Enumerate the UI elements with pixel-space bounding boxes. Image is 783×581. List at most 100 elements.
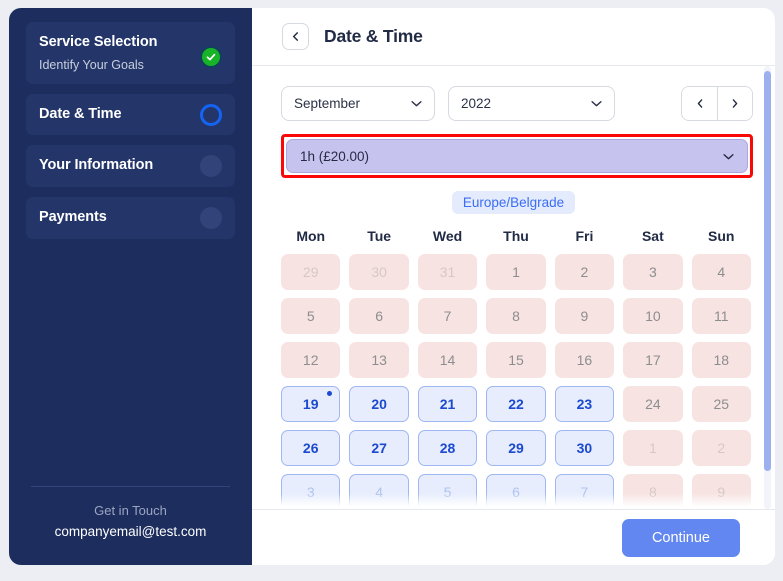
calendar-day-available[interactable]: 23 bbox=[554, 386, 615, 422]
calendar-day-label: 16 bbox=[576, 352, 593, 368]
sidebar-step-4[interactable]: Payments bbox=[26, 196, 235, 239]
calendar-day-unavailable: 4 bbox=[691, 254, 751, 290]
calendar-day-available[interactable]: 29 bbox=[486, 430, 546, 466]
calendar-day-grid: 29 30 31 1 2 3 4 5 6 7 8 9 10 11 12 13 14 15 16 17 18 19 20 21 2… bbox=[281, 254, 751, 509]
sidebar-step-title: Service Selection bbox=[39, 34, 158, 50]
calendar-day-unavailable: 1 bbox=[486, 254, 546, 290]
calendar-day-unavailable: 8 bbox=[486, 298, 546, 334]
calendar-day-label: 14 bbox=[439, 352, 456, 368]
panel-header: Date & Time bbox=[252, 8, 775, 66]
calendar-day-unavailable: 2 bbox=[554, 254, 615, 290]
calendar-week-row: 19 20 21 22 23 24 25 bbox=[281, 386, 751, 422]
calendar-day-label: 8 bbox=[648, 484, 657, 500]
calendar-day-label: 6 bbox=[375, 308, 384, 324]
calendar-day-unavailable: 14 bbox=[417, 342, 478, 378]
step-active-ring-icon bbox=[200, 103, 222, 126]
calendar-day-label: 20 bbox=[371, 396, 387, 412]
next-month-button[interactable] bbox=[717, 87, 752, 120]
calendar-day-unavailable: 5 bbox=[281, 298, 341, 334]
calendar-day-unavailable: 3 bbox=[623, 254, 683, 290]
calendar-day-label: 4 bbox=[375, 484, 384, 500]
calendar-day-label: 2 bbox=[580, 264, 589, 280]
weekday-label: Sun bbox=[708, 228, 735, 244]
calendar-day-label: 18 bbox=[713, 352, 730, 368]
calendar-day-available[interactable]: 28 bbox=[417, 430, 478, 466]
calendar-scrollbar-track[interactable] bbox=[764, 66, 771, 509]
duration-select-value: 1h (£20.00) bbox=[300, 148, 370, 164]
panel-scroll-body: September 2022 1h (£20.00) Europe/Belgra… bbox=[252, 66, 775, 509]
calendar-day-label: 12 bbox=[302, 352, 319, 368]
get-in-touch-label: Get in Touch bbox=[94, 502, 167, 518]
calendar-day-available[interactable]: 27 bbox=[349, 430, 409, 466]
calendar-day-available[interactable]: 19 bbox=[281, 386, 341, 422]
calendar-day-unavailable: 12 bbox=[281, 342, 341, 378]
calendar-day-available[interactable]: 26 bbox=[281, 430, 341, 466]
calendar-day-available[interactable]: 7 bbox=[554, 474, 615, 509]
year-select[interactable]: 2022 bbox=[448, 86, 615, 121]
back-button[interactable] bbox=[282, 23, 309, 50]
calendar-day-label: 9 bbox=[717, 484, 726, 500]
today-dot-icon bbox=[327, 391, 333, 396]
calendar-day-available[interactable]: 30 bbox=[554, 430, 615, 466]
timezone-row: Europe/Belgrade bbox=[252, 191, 775, 214]
calendar-week-row: 26 27 28 29 30 1 2 bbox=[281, 430, 751, 466]
page-title: Date & Time bbox=[324, 26, 423, 46]
contact-email[interactable]: companyemail@test.com bbox=[29, 521, 232, 543]
calendar-day-label: 15 bbox=[508, 352, 524, 368]
calendar-day-unavailable: 17 bbox=[623, 342, 683, 378]
chevron-left-icon bbox=[697, 99, 702, 108]
calendar-day-label: 31 bbox=[439, 264, 456, 280]
calendar-controls: September 2022 bbox=[252, 86, 775, 121]
sidebar-step-1[interactable]: Service Selection Identify Your Goals bbox=[26, 22, 235, 84]
calendar-day-available[interactable]: 22 bbox=[486, 386, 546, 422]
duration-select[interactable]: 1h (£20.00) bbox=[286, 139, 748, 173]
calendar-day-label: 28 bbox=[439, 440, 456, 456]
step-list: Service Selection Identify Your Goals Date… bbox=[9, 8, 252, 239]
month-select[interactable]: September bbox=[281, 86, 435, 121]
step-complete-check-icon bbox=[200, 46, 222, 68]
calendar-day-unavailable: 1 bbox=[623, 430, 683, 466]
weekday-label: Mon bbox=[296, 228, 326, 244]
calendar-day-unavailable: 8 bbox=[623, 474, 683, 509]
calendar-day-label: 17 bbox=[645, 352, 661, 368]
sidebar-footer: Get in Touch companyemail@test.com bbox=[9, 485, 252, 565]
calendar-day-available[interactable]: 20 bbox=[349, 386, 409, 422]
step-pending-circle-icon bbox=[200, 155, 222, 178]
calendar-day-available[interactable]: 5 bbox=[417, 474, 478, 509]
year-select-value: 2022 bbox=[461, 96, 492, 111]
calendar-scrollbar-thumb[interactable] bbox=[764, 71, 771, 471]
calendar-day-label: 7 bbox=[443, 308, 452, 324]
calendar-day-label: 7 bbox=[580, 484, 589, 500]
calendar-day-unavailable: 7 bbox=[417, 298, 478, 334]
calendar-day-label: 4 bbox=[717, 264, 726, 280]
weekday-label: Thu bbox=[503, 228, 529, 244]
calendar-day-unavailable: 18 bbox=[691, 342, 751, 378]
sidebar-step-2[interactable]: Date & Time bbox=[26, 93, 235, 136]
calendar-day-label: 1 bbox=[648, 440, 657, 456]
prev-month-button[interactable] bbox=[682, 87, 717, 120]
month-nav-group bbox=[681, 86, 753, 121]
weekday-label: Sat bbox=[641, 228, 664, 244]
calendar-day-unavailable: 31 bbox=[417, 254, 478, 290]
calendar-day-available[interactable]: 3 bbox=[281, 474, 341, 509]
continue-button[interactable]: Continue bbox=[621, 518, 740, 557]
calendar-day-available[interactable]: 21 bbox=[417, 386, 478, 422]
calendar-day-label: 8 bbox=[512, 308, 520, 324]
step-pending-circle-icon bbox=[200, 206, 222, 229]
calendar-day-available[interactable]: 6 bbox=[486, 474, 546, 509]
calendar-day-label: 9 bbox=[580, 308, 589, 324]
weekday-header-row: Mon Tue Wed Thu Fri Sat Sun bbox=[281, 228, 751, 254]
panel-footer: Continue bbox=[252, 509, 775, 565]
calendar-day-unavailable: 13 bbox=[349, 342, 409, 378]
sidebar-step-3[interactable]: Your Information bbox=[26, 145, 235, 187]
calendar-day-label: 21 bbox=[439, 396, 456, 412]
timezone-badge[interactable]: Europe/Belgrade bbox=[451, 191, 576, 214]
chevron-left-icon bbox=[292, 32, 299, 41]
main-panel: Date & Time September 2022 1h (£20.00) E… bbox=[252, 8, 775, 565]
calendar-day-available[interactable]: 4 bbox=[349, 474, 409, 509]
sidebar-step-title: Your Information bbox=[39, 157, 154, 174]
calendar-week-row: 12 13 14 15 16 17 18 bbox=[281, 342, 751, 378]
sidebar-step-title: Date & Time bbox=[39, 105, 122, 122]
calendar-day-label: 10 bbox=[645, 308, 661, 324]
booking-app: Service Selection Identify Your Goals Date… bbox=[0, 0, 783, 581]
